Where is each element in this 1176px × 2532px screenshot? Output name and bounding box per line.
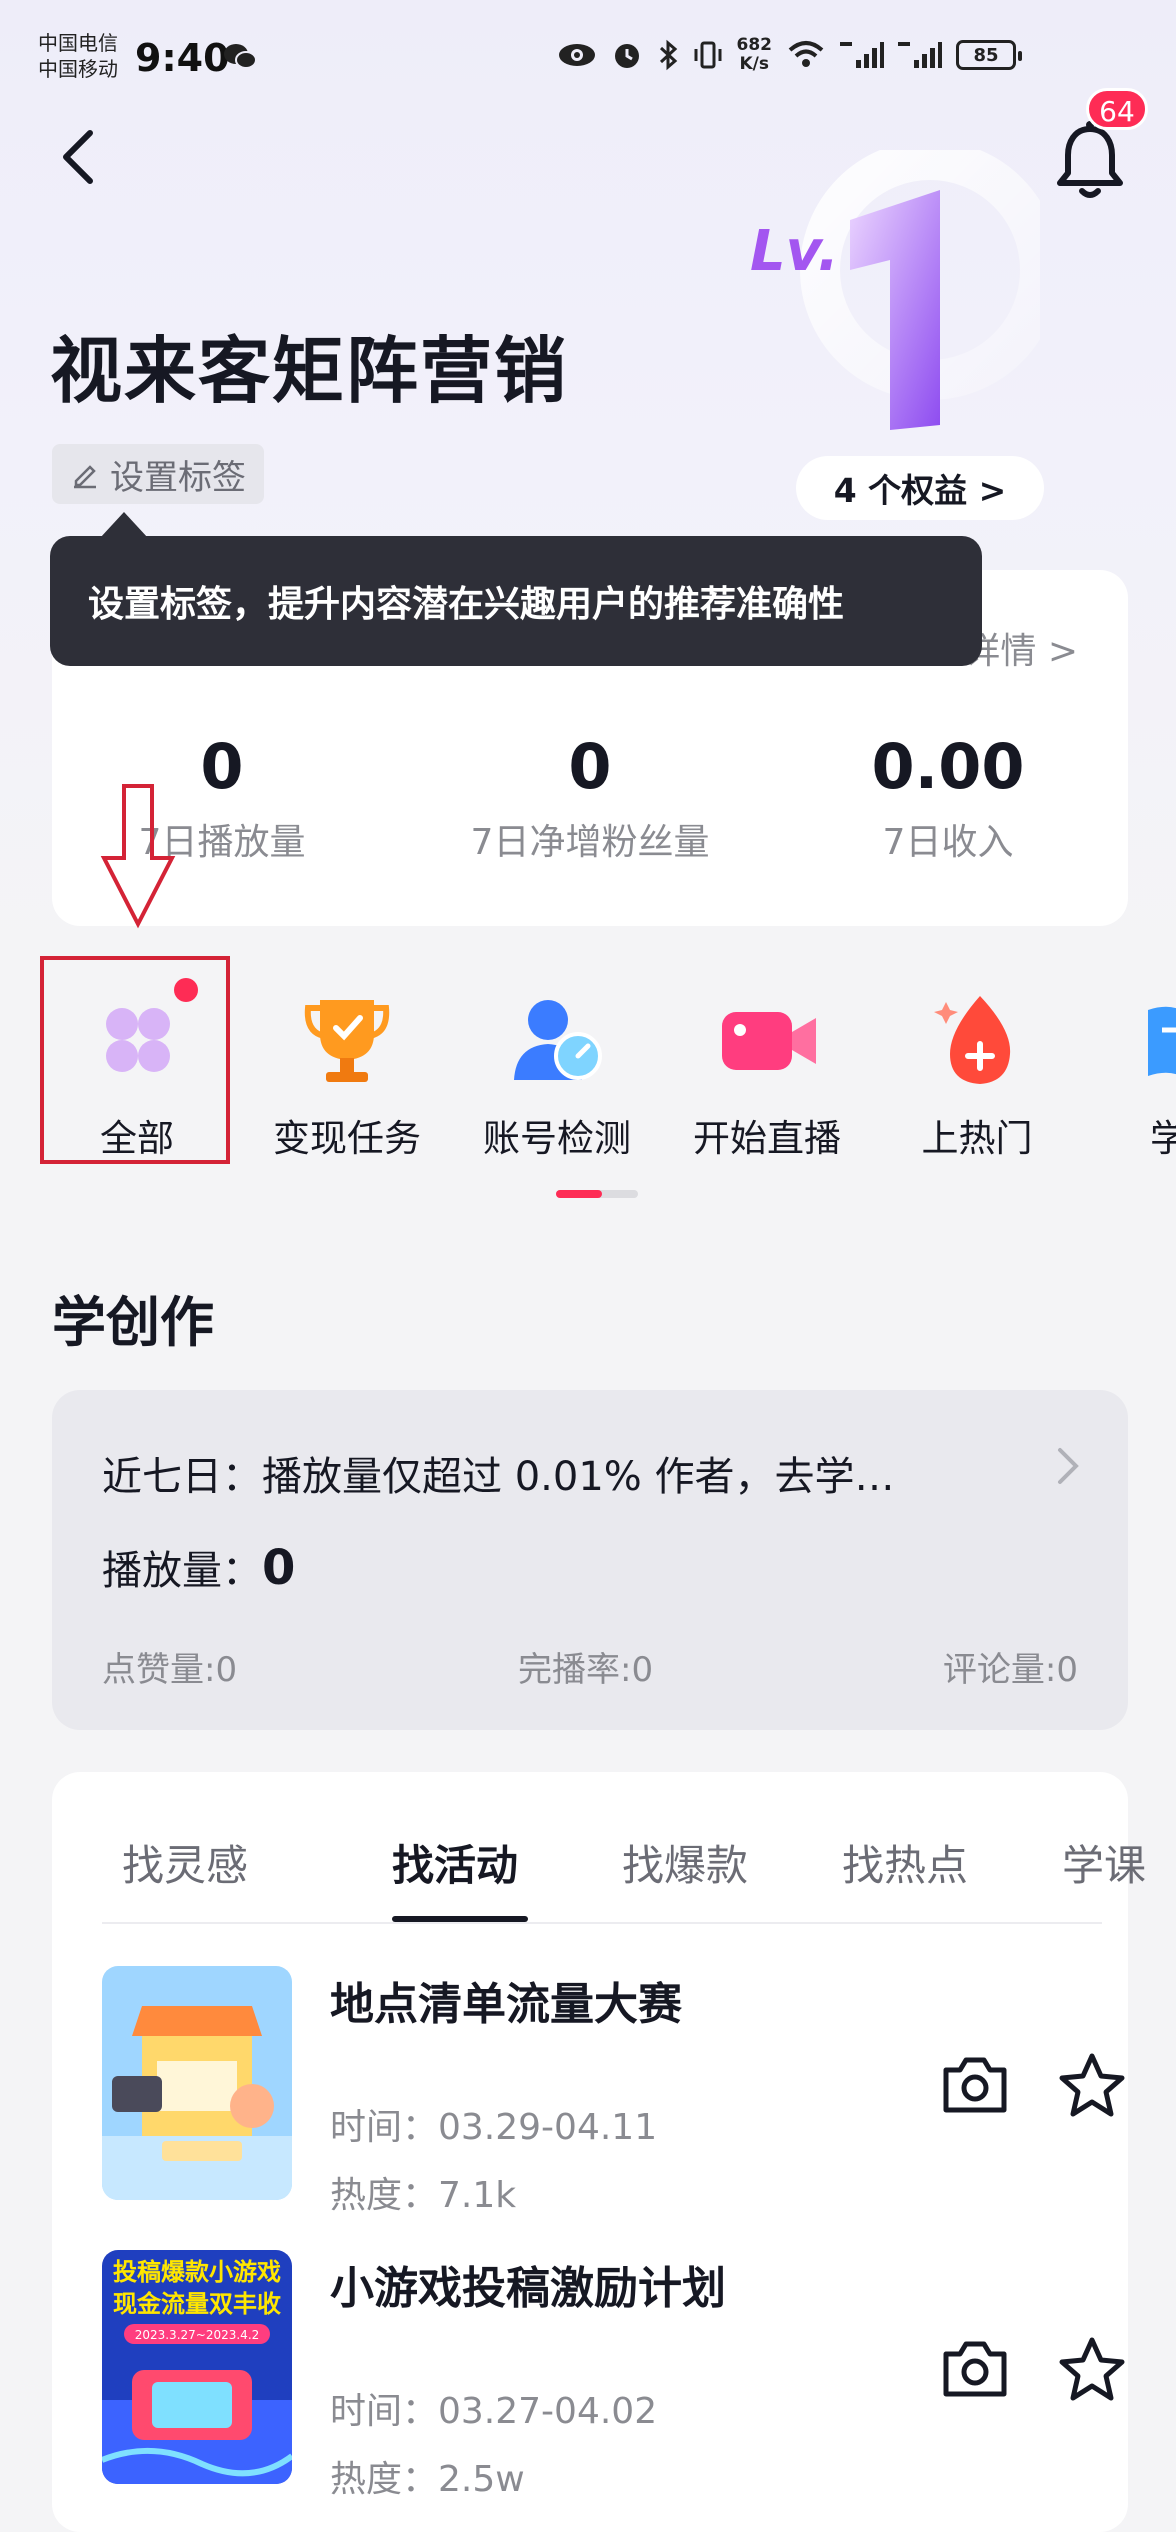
net-speed: 682 K/s (737, 36, 773, 74)
learn-play-value: 0 (262, 1540, 296, 1596)
alarm-icon (614, 44, 639, 68)
vibrate-icon (694, 41, 721, 69)
set-tag-button[interactable]: 设置标签 (52, 444, 264, 504)
rights-button[interactable]: 4 个权益 > (796, 456, 1044, 520)
tool-label: 开始直播 (693, 1117, 841, 1160)
thumb-text-2: 现金流量双丰收 (113, 2290, 281, 2318)
learn-play-row: 播放量：0 (102, 1538, 295, 1596)
learn-metric-comments: 评论量:0 (942, 1650, 1078, 1690)
wifi-icon (788, 41, 824, 67)
battery-icon: 85 (956, 40, 1022, 70)
status-bar: 中国电信 中国移动 9:40 682 K/s 85 (0, 0, 1176, 120)
tools-pager (556, 1190, 638, 1198)
thumb-text-1: 投稿爆款小游戏 (113, 2258, 281, 2286)
stat-label: 7日净增粉丝量 (470, 822, 710, 863)
pager-active (556, 1190, 602, 1198)
tool-monetize[interactable]: 变现任务 (242, 960, 452, 1170)
tool-label: 学习 (1150, 1117, 1176, 1160)
back-button[interactable] (48, 122, 108, 192)
signal-2-icon (898, 42, 942, 68)
annotation-highlight-box (40, 956, 230, 1164)
book-icon (1148, 1006, 1176, 1076)
net-speed-unit: K/s (739, 54, 769, 74)
tooltip-arrow (100, 512, 148, 538)
eye-icon (558, 44, 595, 66)
stat-income[interactable]: 0.00 7日收入 (778, 730, 1118, 865)
level-badge-art: Lv. (750, 150, 1040, 430)
activity-tabs: 找灵感 找活动 找爆款 找热点 学课 (102, 1832, 1146, 1924)
stat-fans[interactable]: 0 7日净增粉丝量 (420, 730, 760, 865)
activity-thumbnail: 投稿爆款小游戏 现金流量双丰收 2023.3.27~2023.4.2 (102, 2250, 292, 2484)
learn-card[interactable]: 近七日：播放量仅超过 0.01% 作者，去学… 播放量：0 点赞量:0 完播率:… (52, 1390, 1128, 1730)
tool-label: 上热门 (921, 1117, 1033, 1160)
learn-summary: 近七日：播放量仅超过 0.01% 作者，去学… (102, 1454, 895, 1500)
svg-text:Lv.: Lv. (750, 219, 839, 284)
carrier-info: 中国电信 中国移动 (38, 30, 118, 82)
activity-thumbnail (102, 1966, 292, 2200)
star-icon[interactable] (1058, 2052, 1126, 2118)
tab-hot[interactable]: 找热点 (842, 1832, 968, 1893)
tag-tooltip[interactable]: 设置标签，提升内容潜在兴趣用户的推荐准确性 (50, 536, 982, 666)
tool-account-check[interactable]: 账号检测 (452, 960, 662, 1170)
trophy-icon (304, 1000, 390, 1082)
account-check-icon (514, 1000, 602, 1080)
activity-item[interactable]: 投稿爆款小游戏 现金流量双丰收 2023.3.27~2023.4.2 小游戏投稿… (102, 2250, 1125, 2500)
carrier-2: 中国移动 (38, 57, 118, 81)
carrier-1: 中国电信 (38, 31, 118, 55)
status-icons: 682 K/s 85 (557, 36, 1022, 74)
shop-illustration-icon (102, 1966, 292, 2200)
fire-drop-icon (934, 996, 1011, 1084)
game-poster-icon: 投稿爆款小游戏 现金流量双丰收 2023.3.27~2023.4.2 (102, 2250, 292, 2484)
tab-active-underline (392, 1916, 528, 1922)
camera-icon[interactable] (940, 2338, 1010, 2400)
learn-metric-likes: 点赞量:0 (102, 1650, 238, 1690)
activity-time: 时间：03.29-04.11 (330, 2107, 658, 2148)
tool-learn[interactable]: 学习 (1082, 960, 1176, 1170)
tab-hits[interactable]: 找爆款 (622, 1832, 748, 1893)
account-name: 视来客矩阵营销 (50, 329, 569, 413)
stat-value: 0 (568, 730, 612, 803)
notification-badge: 64 (1086, 88, 1148, 130)
set-tag-label: 设置标签 (110, 457, 246, 498)
activity-heat: 热度：7.1k (330, 2175, 517, 2216)
stat-value: 0.00 (871, 730, 1025, 803)
activity-title: 小游戏投稿激励计划 (330, 2263, 726, 2314)
learn-metric-completion: 完播率:0 (518, 1650, 654, 1690)
activity-time: 时间：03.27-04.02 (330, 2391, 658, 2432)
tab-inspiration[interactable]: 找灵感 (122, 1832, 248, 1893)
status-time: 9:40 (135, 36, 230, 80)
video-camera-icon (722, 1012, 816, 1070)
tool-live[interactable]: 开始直播 (662, 960, 872, 1170)
activity-card: 找灵感 找活动 找爆款 找热点 学课 地点清单流量大赛 时间：03.29-04.… (52, 1772, 1146, 2532)
camera-icon[interactable] (940, 2054, 1010, 2116)
activity-title: 地点清单流量大赛 (330, 1979, 682, 2030)
section-title-learn: 学创作 (52, 1291, 214, 1354)
wechat-icon (224, 44, 257, 69)
signal-1-icon (840, 42, 884, 68)
bluetooth-icon (659, 39, 677, 71)
annotation-arrow-icon (100, 784, 176, 929)
pencil-icon (74, 465, 96, 489)
tool-label: 变现任务 (273, 1117, 421, 1160)
tab-activity[interactable]: 找活动 (392, 1832, 518, 1893)
tool-trending[interactable]: 上热门 (872, 960, 1082, 1170)
activity-item[interactable]: 地点清单流量大赛 时间：03.29-04.11 热度：7.1k (102, 1966, 1125, 2216)
thumb-text-3: 2023.3.27~2023.4.2 (135, 2328, 260, 2342)
net-speed-value: 682 (736, 35, 773, 55)
chevron-left-icon (63, 130, 93, 184)
tab-courses[interactable]: 学课 (1062, 1832, 1146, 1893)
activity-heat: 热度：2.5w (330, 2459, 525, 2500)
chevron-right-icon (1058, 1448, 1079, 1484)
stat-label: 7日收入 (882, 822, 1014, 863)
learn-play-label: 播放量： (102, 1548, 262, 1594)
tool-label: 账号检测 (483, 1117, 631, 1160)
star-icon[interactable] (1058, 2336, 1126, 2402)
